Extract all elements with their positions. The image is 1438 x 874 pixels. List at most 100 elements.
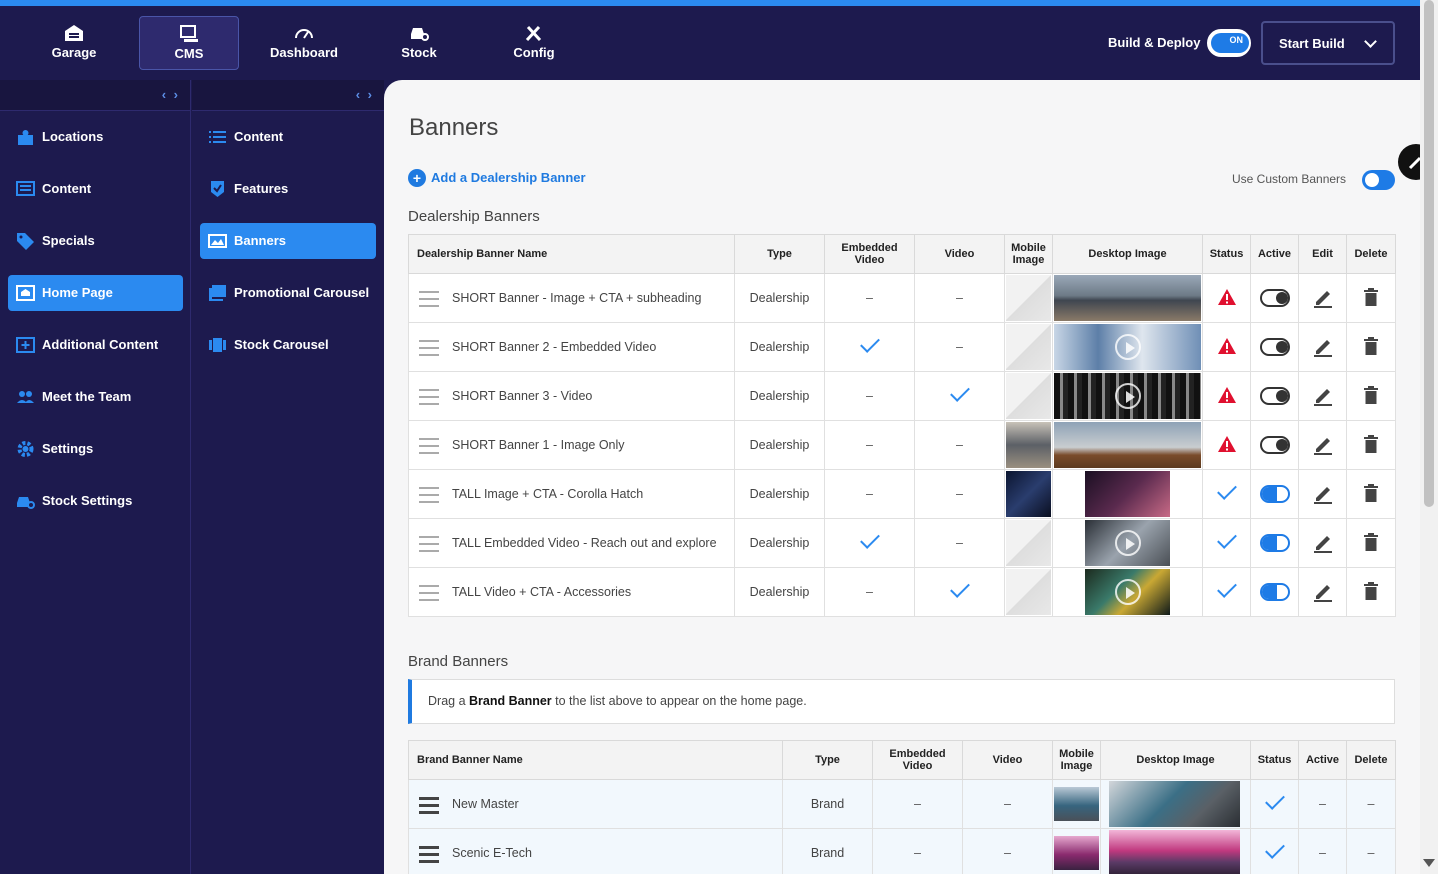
status-cell — [1202, 273, 1251, 323]
edit-button[interactable] — [1312, 535, 1334, 556]
sidebar-item-promotional-carousel[interactable]: Promotional Carousel — [200, 275, 376, 311]
delete-cell[interactable] — [1346, 567, 1396, 617]
delete-button[interactable] — [1363, 483, 1379, 505]
tab-config[interactable]: Config — [484, 16, 584, 70]
checkmark-icon — [859, 332, 880, 353]
edit-button[interactable] — [1312, 584, 1334, 605]
add-dealership-banner-button[interactable]: + Add a Dealership Banner — [408, 169, 586, 187]
sidebar-item-banners[interactable]: Banners — [200, 223, 376, 259]
edit-cell[interactable] — [1298, 371, 1347, 421]
table-row[interactable]: TALL Image + CTA - Corolla Hatch Dealersh… — [408, 469, 1396, 519]
drag-handle-icon[interactable] — [419, 536, 439, 552]
drag-handle-icon[interactable] — [419, 487, 439, 503]
delete-button[interactable] — [1363, 581, 1379, 603]
edit-cell[interactable] — [1298, 567, 1347, 617]
col-header-active: Active — [1298, 740, 1347, 780]
table-row[interactable]: SHORT Banner - Image + CTA + subheading D… — [408, 273, 1396, 323]
scrollbar-thumb[interactable] — [1424, 0, 1434, 507]
active-toggle[interactable] — [1259, 289, 1290, 307]
tab-cms[interactable]: CMS — [139, 16, 239, 70]
active-toggle[interactable] — [1259, 338, 1290, 356]
sidebar-item-locations[interactable]: Locations — [8, 119, 183, 155]
edit-button[interactable] — [1312, 339, 1334, 360]
edit-cell[interactable] — [1298, 518, 1347, 568]
trash-icon — [1364, 385, 1378, 404]
sidebar-item-label: Locations — [42, 129, 104, 144]
drag-handle-icon[interactable] — [419, 389, 439, 405]
sidebar-item-additional-content[interactable]: Additional Content — [8, 327, 183, 363]
active-toggle[interactable] — [1259, 485, 1290, 503]
dash-value: – — [1367, 846, 1375, 860]
tab-dashboard[interactable]: Dashboard — [254, 16, 354, 70]
edit-cell[interactable] — [1298, 322, 1347, 372]
drag-handle-icon[interactable] — [419, 585, 439, 601]
sidebar-item-content[interactable]: Content — [200, 119, 376, 155]
start-build-button[interactable]: Start Build — [1261, 21, 1395, 65]
delete-cell[interactable] — [1346, 273, 1396, 323]
col-header-type: Type — [782, 740, 873, 780]
active-toggle[interactable] — [1259, 583, 1290, 601]
scroll-down-arrow-icon[interactable] — [1423, 859, 1435, 867]
delete-button[interactable] — [1363, 336, 1379, 358]
tab-label: Stock — [401, 45, 437, 60]
edit-cell[interactable] — [1298, 273, 1347, 323]
delete-button[interactable] — [1363, 287, 1379, 309]
table-row[interactable]: SHORT Banner 1 - Image Only Dealership – – — [408, 420, 1396, 470]
edit-button[interactable] — [1312, 486, 1334, 507]
use-custom-banners-toggle[interactable] — [1362, 170, 1395, 190]
sidebar-item-specials[interactable]: Specials — [8, 223, 183, 259]
sidebar-item-stock-settings[interactable]: Stock Settings — [8, 483, 183, 519]
build-deploy-toggle[interactable]: ON — [1207, 29, 1251, 57]
table-row[interactable]: Scenic E-Tech Brand – – – – — [408, 828, 1396, 874]
col-header-embedded-video: Embedded Video — [824, 234, 915, 274]
table-row[interactable]: SHORT Banner 2 - Embedded Video Dealershi… — [408, 322, 1396, 372]
delete-cell[interactable] — [1346, 420, 1396, 470]
drag-handle-icon[interactable] — [419, 340, 439, 356]
dash-value: – — [956, 291, 963, 305]
table-row[interactable]: New Master Brand – – – – — [408, 779, 1396, 829]
edit-button[interactable] — [1312, 290, 1334, 311]
delete-button[interactable] — [1363, 532, 1379, 554]
sidebar-item-home-page[interactable]: Home Page — [8, 275, 183, 311]
edit-button[interactable] — [1312, 437, 1334, 458]
table-row[interactable]: TALL Embedded Video - Reach out and expl… — [408, 518, 1396, 568]
tab-garage[interactable]: Garage — [24, 16, 124, 70]
delete-button[interactable] — [1363, 434, 1379, 456]
edit-cell[interactable] — [1298, 420, 1347, 470]
sidebar-item-settings[interactable]: Settings — [8, 431, 183, 467]
trash-icon — [1364, 336, 1378, 355]
collapse-arrows-icon[interactable]: ‹ › — [356, 87, 374, 102]
embedded-video-cell: – — [824, 567, 915, 617]
drag-handle-icon[interactable] — [419, 797, 439, 814]
collapse-arrows-icon[interactable]: ‹ › — [162, 87, 180, 102]
delete-button[interactable] — [1363, 385, 1379, 407]
active-toggle[interactable] — [1259, 534, 1290, 552]
drag-handle-icon[interactable] — [419, 438, 439, 454]
table-row[interactable]: TALL Video + CTA - Accessories Dealership… — [408, 567, 1396, 617]
col-header-edit: Edit — [1298, 234, 1347, 274]
sidebar-item-label: Specials — [42, 233, 95, 248]
drag-handle-icon[interactable] — [419, 291, 439, 307]
drag-handle-icon[interactable] — [419, 846, 439, 863]
edit-button[interactable] — [1312, 388, 1334, 409]
delete-cell[interactable] — [1346, 371, 1396, 421]
tab-stock[interactable]: Stock — [369, 16, 469, 70]
banner-name: Scenic E-Tech — [452, 846, 532, 860]
sidebar-item-features[interactable]: Features — [200, 171, 376, 207]
active-toggle[interactable] — [1259, 387, 1290, 405]
dash-value: – — [956, 340, 963, 354]
delete-cell[interactable] — [1346, 469, 1396, 519]
sidebar-item-meet-the-team[interactable]: Meet the Team — [8, 379, 183, 415]
desktop-image-thumbnail — [1054, 422, 1201, 468]
start-build-label: Start Build — [1279, 36, 1345, 51]
list-icon — [209, 131, 226, 143]
delete-cell[interactable] — [1346, 518, 1396, 568]
delete-cell[interactable] — [1346, 322, 1396, 372]
sidebar-item-stock-carousel[interactable]: Stock Carousel — [200, 327, 376, 363]
edit-cell[interactable] — [1298, 469, 1347, 519]
sidebar-item-content[interactable]: Content — [8, 171, 183, 207]
table-row[interactable]: SHORT Banner 3 - Video Dealership – — [408, 371, 1396, 421]
mobile-image-thumbnail — [1054, 836, 1099, 870]
col-header-name: Brand Banner Name — [408, 740, 783, 780]
active-toggle[interactable] — [1259, 436, 1290, 454]
